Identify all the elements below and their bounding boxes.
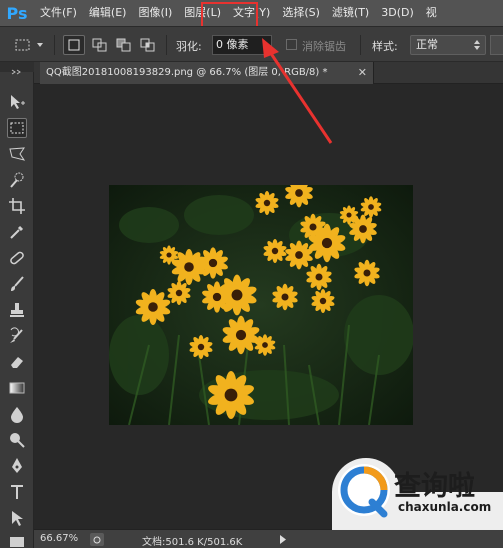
document-size: 文档:501.6 K/501.6K xyxy=(142,537,243,548)
status-menu-button[interactable] xyxy=(278,533,288,546)
status-info-button[interactable] xyxy=(90,533,104,546)
camera-icon xyxy=(93,536,101,544)
zoom-level[interactable]: 66.67% xyxy=(40,533,78,544)
play-triangle-icon xyxy=(280,535,286,544)
status-bar: 66.67% 文档:501.6 K/501.6K xyxy=(34,529,503,548)
watermark-brand-url: chaxunla.com xyxy=(398,500,492,514)
watermark-logo: 查询啦 chaxunla.com xyxy=(328,456,503,530)
watermark-brand-cn: 查询啦 xyxy=(394,471,475,502)
